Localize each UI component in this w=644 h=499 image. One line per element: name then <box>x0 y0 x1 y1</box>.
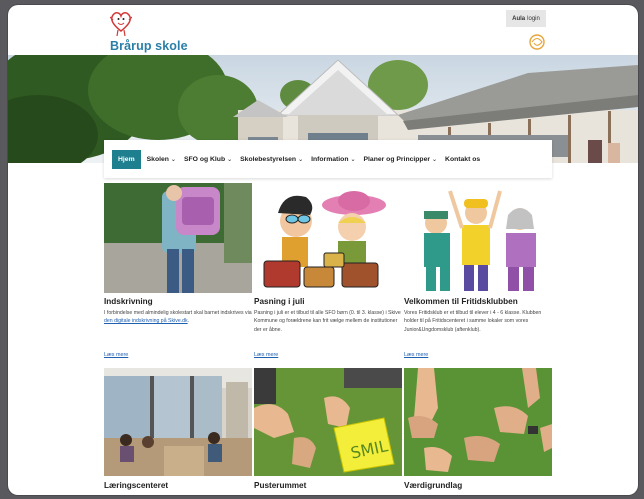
nav-label: SFO og Klub <box>183 155 226 163</box>
card-pasning-i-juli: Pasning i juli Pasning i juli er et tilb… <box>254 183 402 334</box>
chevron-down-icon: ⌄ <box>350 156 356 163</box>
aula-login-button[interactable]: Aula login <box>506 10 546 27</box>
nav-item-sfo-og-klub[interactable]: SFO og Klub ⌄ <box>184 156 232 163</box>
read-more-link-indskrivning[interactable]: Læs mere <box>104 352 128 358</box>
card-image-cartoon-travellers[interactable] <box>254 183 402 293</box>
card-text: Vores Fritidsklub er et tilbud til eleve… <box>404 310 542 333</box>
nav-item-information[interactable]: Information ⌄ <box>311 156 355 163</box>
browser-frame: Brårup skole Aula login Hjem Skolen ⌄ SF… <box>8 5 638 495</box>
nav-label: Kontakt os <box>445 155 481 163</box>
chevron-down-icon: ⌄ <box>432 156 438 163</box>
main-navigation: Hjem Skolen ⌄ SFO og Klub ⌄ Skolebestyre… <box>104 140 552 178</box>
chevron-down-icon: ⌄ <box>298 156 304 163</box>
card-text-part: I forbindelse med almindelig skolestart … <box>104 310 252 316</box>
site-title[interactable]: Brårup skole <box>110 39 188 53</box>
nav-item-skolen[interactable]: Skolen ⌄ <box>147 156 176 163</box>
card-title[interactable]: Indskrivning <box>104 297 252 306</box>
card-title[interactable]: Pasning i juli <box>254 297 402 306</box>
sun-swirl-icon <box>529 34 545 50</box>
card-title[interactable]: Læringscenteret <box>104 481 252 490</box>
read-more-link-fritidsklubben[interactable]: Læs mere <box>404 352 428 358</box>
card-title[interactable]: Pusterummet <box>254 481 402 490</box>
nav-item-hjem[interactable]: Hjem <box>112 149 141 169</box>
nav-label: Information <box>311 155 349 163</box>
card-title[interactable]: Velkommen til Fritidsklubben <box>404 297 552 306</box>
chevron-down-icon: ⌄ <box>170 156 176 163</box>
chevron-down-icon: ⌄ <box>227 156 233 163</box>
nav-label: Hjem <box>118 155 135 163</box>
card-title[interactable]: Værdigrundlag <box>404 481 552 490</box>
school-heart-logo[interactable] <box>110 9 132 37</box>
card-indskrivning: Indskrivning I forbindelse med almindeli… <box>104 183 252 326</box>
card-image-cartoon-kids[interactable] <box>404 183 552 293</box>
card-laeringscenteret: Læringscenteret <box>104 368 252 493</box>
card-vaerdigrundlag: Værdigrundlag <box>404 368 552 493</box>
card-fritidsklubben: Velkommen til Fritidsklubben Vores Friti… <box>404 183 552 334</box>
card-text: I forbindelse med almindelig skolestart … <box>104 309 252 326</box>
card-image-child-backpack[interactable] <box>104 183 252 293</box>
card-pusterummet: SMIL Pusterummet <box>254 368 402 493</box>
nav-label: Skolebestyrelsen <box>240 155 297 163</box>
nav-label: Skolen <box>146 155 169 163</box>
digital-enrollment-link[interactable]: den digitale indskrivning på Skive.dk <box>104 318 188 324</box>
login-label: login <box>527 15 540 22</box>
login-brand: Aula <box>512 15 526 22</box>
nav-label: Planer og Principper <box>363 155 430 163</box>
read-more-link-pasning[interactable]: Læs mere <box>254 352 278 358</box>
card-text-part: . <box>187 318 190 325</box>
card-image-classroom[interactable] <box>104 368 252 476</box>
nav-item-kontakt-os[interactable]: Kontakt os <box>445 156 480 163</box>
card-text: Pasning i juli er et tilbud til alle SFO… <box>254 310 401 333</box>
card-image-hands-grass[interactable] <box>404 368 552 476</box>
card-image-feet-grass-smil-sign[interactable]: SMIL <box>254 368 402 476</box>
nav-item-planer-og-principper[interactable]: Planer og Principper ⌄ <box>364 156 438 163</box>
nav-item-skolebestyrelsen[interactable]: Skolebestyrelsen ⌄ <box>240 156 303 163</box>
